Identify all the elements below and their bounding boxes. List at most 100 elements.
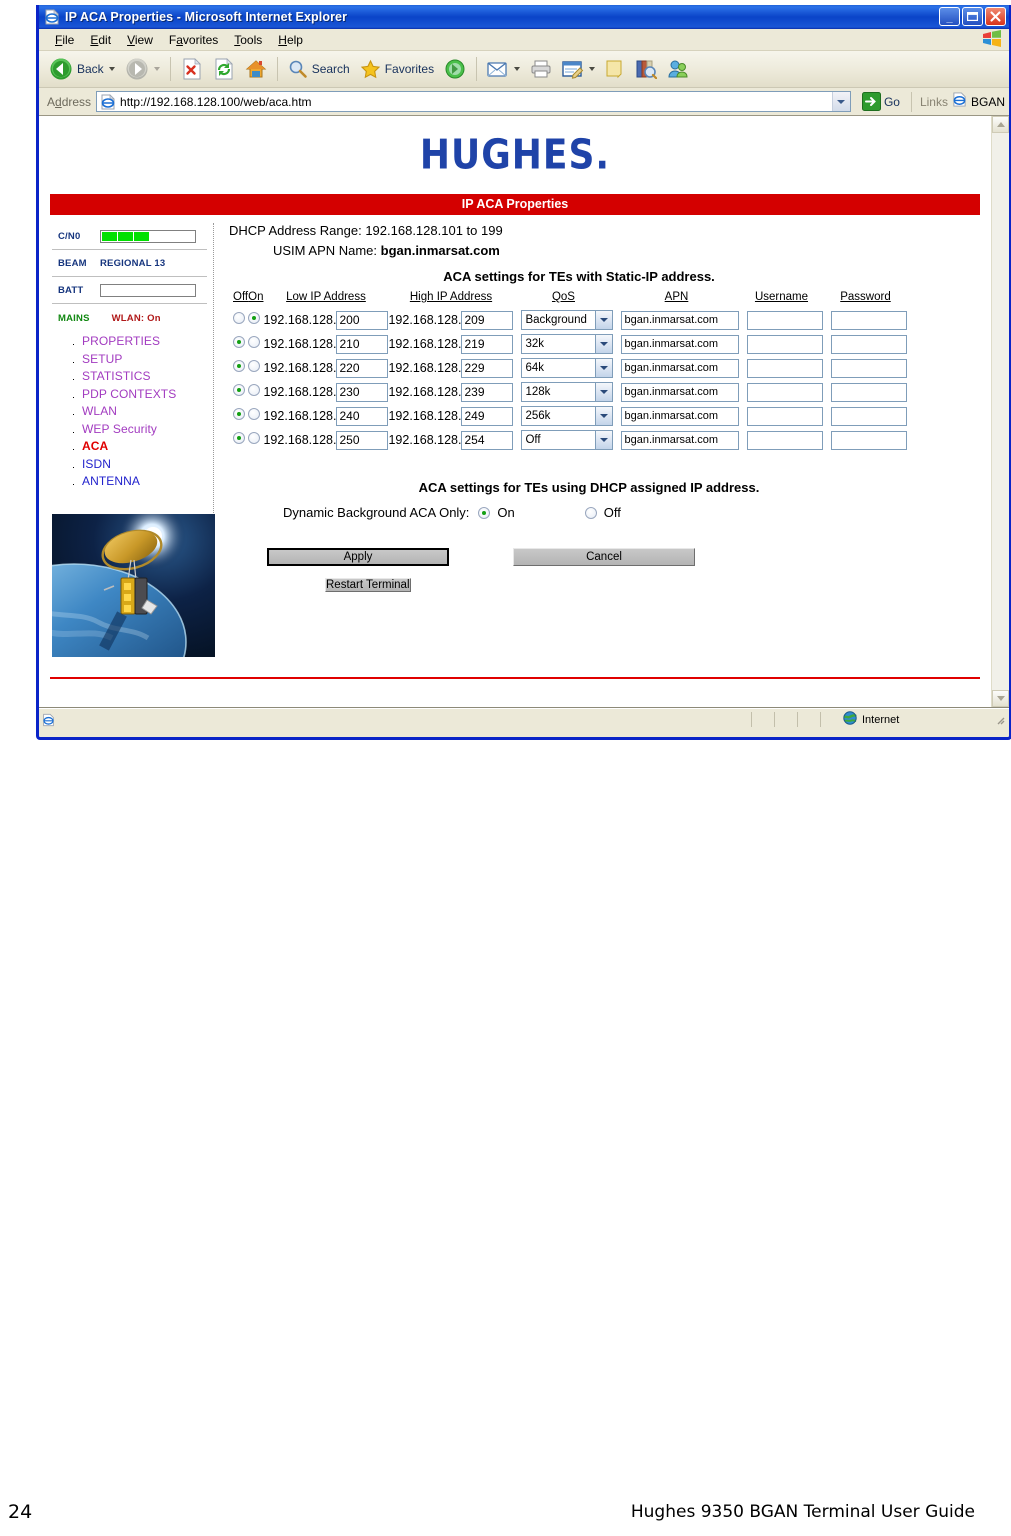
radio-on[interactable] bbox=[248, 360, 261, 372]
cell-on-radio[interactable] bbox=[248, 308, 263, 332]
password-input[interactable] bbox=[831, 382, 908, 402]
chevron-down-icon[interactable] bbox=[595, 335, 613, 353]
sidebar-item-isdn[interactable]: ISDN bbox=[82, 457, 111, 471]
vertical-scrollbar[interactable] bbox=[991, 116, 1009, 707]
go-button[interactable]: Go bbox=[856, 92, 906, 111]
qos-select[interactable]: 32k bbox=[521, 334, 614, 354]
qos-select[interactable]: Background bbox=[521, 310, 614, 330]
qos-select[interactable]: 128k bbox=[521, 382, 614, 402]
resize-grip[interactable] bbox=[993, 713, 1007, 727]
radio-on[interactable] bbox=[248, 432, 261, 444]
cell-off-radio[interactable] bbox=[233, 356, 248, 380]
scroll-up-button[interactable] bbox=[992, 116, 1009, 133]
cell-off-radio[interactable] bbox=[233, 332, 248, 356]
address-dropdown-icon[interactable] bbox=[831, 92, 850, 111]
high-ip-input[interactable] bbox=[461, 430, 514, 450]
apn-input[interactable] bbox=[621, 430, 740, 450]
sidebar-item-wep-security[interactable]: WEP Security bbox=[82, 422, 157, 436]
password-input[interactable] bbox=[831, 406, 908, 426]
print-button[interactable] bbox=[526, 52, 556, 86]
radio-off[interactable] bbox=[233, 360, 245, 372]
password-input[interactable] bbox=[831, 358, 908, 378]
low-ip-input[interactable] bbox=[336, 430, 389, 450]
radio-on[interactable] bbox=[248, 336, 261, 348]
cell-off-radio[interactable] bbox=[233, 428, 248, 452]
username-input[interactable] bbox=[747, 334, 824, 354]
cancel-button[interactable]: Cancel bbox=[513, 548, 695, 566]
chevron-down-icon[interactable] bbox=[595, 407, 613, 425]
messenger-button[interactable] bbox=[663, 52, 693, 86]
forward-button[interactable] bbox=[121, 52, 164, 86]
security-zone[interactable]: Internet bbox=[820, 711, 993, 727]
menu-item-tools[interactable]: Tools bbox=[226, 31, 270, 49]
apn-input[interactable] bbox=[621, 382, 740, 402]
radio-on[interactable] bbox=[248, 312, 261, 324]
favorites-button[interactable]: Favorites bbox=[356, 52, 438, 86]
menu-item-view[interactable]: View bbox=[119, 31, 161, 49]
high-ip-input[interactable] bbox=[461, 334, 514, 354]
sidebar-item-antenna[interactable]: ANTENNA bbox=[82, 474, 140, 488]
bgan-link[interactable]: BGAN bbox=[971, 95, 1005, 109]
apn-input[interactable] bbox=[621, 310, 740, 330]
username-input[interactable] bbox=[747, 406, 824, 426]
apn-input[interactable] bbox=[621, 334, 740, 354]
scroll-down-button[interactable] bbox=[992, 690, 1009, 707]
low-ip-input[interactable] bbox=[336, 310, 389, 330]
apn-input[interactable] bbox=[621, 358, 740, 378]
username-input[interactable] bbox=[747, 310, 824, 330]
menu-item-favorites[interactable]: Favorites bbox=[161, 31, 226, 49]
refresh-button[interactable] bbox=[209, 52, 239, 86]
cell-on-radio[interactable] bbox=[248, 404, 263, 428]
cell-on-radio[interactable] bbox=[248, 428, 263, 452]
back-button[interactable]: Back bbox=[45, 52, 119, 86]
low-ip-input[interactable] bbox=[336, 358, 389, 378]
cell-off-radio[interactable] bbox=[233, 380, 248, 404]
media-button[interactable] bbox=[440, 52, 470, 86]
maximize-button[interactable] bbox=[962, 7, 983, 26]
back-dropdown-icon[interactable] bbox=[108, 67, 115, 71]
low-ip-input[interactable] bbox=[336, 334, 389, 354]
research-button[interactable] bbox=[631, 52, 661, 86]
menu-item-file[interactable]: File bbox=[47, 31, 82, 49]
qos-select[interactable]: 256k bbox=[521, 406, 614, 426]
cell-on-radio[interactable] bbox=[248, 332, 263, 356]
high-ip-input[interactable] bbox=[461, 406, 514, 426]
home-button[interactable] bbox=[241, 52, 271, 86]
sidebar-item-setup[interactable]: SETUP bbox=[82, 352, 123, 366]
apply-button[interactable]: Apply bbox=[267, 548, 449, 566]
password-input[interactable] bbox=[831, 334, 908, 354]
stop-button[interactable] bbox=[177, 52, 207, 86]
cell-on-radio[interactable] bbox=[248, 356, 263, 380]
radio-on[interactable] bbox=[248, 384, 261, 396]
dynamic-off-radio[interactable] bbox=[584, 506, 597, 519]
apn-input[interactable] bbox=[621, 406, 740, 426]
radio-off[interactable] bbox=[233, 384, 245, 396]
low-ip-input[interactable] bbox=[336, 382, 389, 402]
low-ip-input[interactable] bbox=[336, 406, 389, 426]
username-input[interactable] bbox=[747, 382, 824, 402]
qos-select[interactable]: Off bbox=[521, 430, 614, 450]
mail-dropdown-icon[interactable] bbox=[514, 67, 521, 71]
edit-dropdown-icon[interactable] bbox=[589, 67, 596, 71]
search-button[interactable]: Search bbox=[284, 52, 354, 86]
cell-on-radio[interactable] bbox=[248, 380, 263, 404]
menu-item-edit[interactable]: Edit bbox=[82, 31, 119, 49]
radio-off[interactable] bbox=[233, 312, 245, 324]
sidebar-item-statistics[interactable]: STATISTICS bbox=[82, 369, 151, 383]
high-ip-input[interactable] bbox=[461, 358, 514, 378]
close-button[interactable] bbox=[985, 7, 1006, 26]
chevron-down-icon[interactable] bbox=[595, 383, 613, 401]
chevron-down-icon[interactable] bbox=[595, 311, 613, 329]
radio-off[interactable] bbox=[233, 432, 245, 444]
username-input[interactable] bbox=[747, 358, 824, 378]
menu-item-help[interactable]: Help bbox=[270, 31, 311, 49]
sidebar-item-wlan[interactable]: WLAN bbox=[82, 404, 117, 418]
edit-button[interactable] bbox=[558, 52, 599, 86]
password-input[interactable] bbox=[831, 310, 908, 330]
chevron-down-icon[interactable] bbox=[595, 431, 613, 449]
address-input[interactable]: http://192.168.128.100/web/aca.htm bbox=[96, 91, 851, 112]
dynamic-on-radio[interactable] bbox=[478, 506, 491, 519]
discuss-button[interactable] bbox=[601, 52, 629, 86]
sidebar-item-aca[interactable]: ACA bbox=[82, 439, 108, 453]
mail-button[interactable] bbox=[483, 52, 524, 86]
